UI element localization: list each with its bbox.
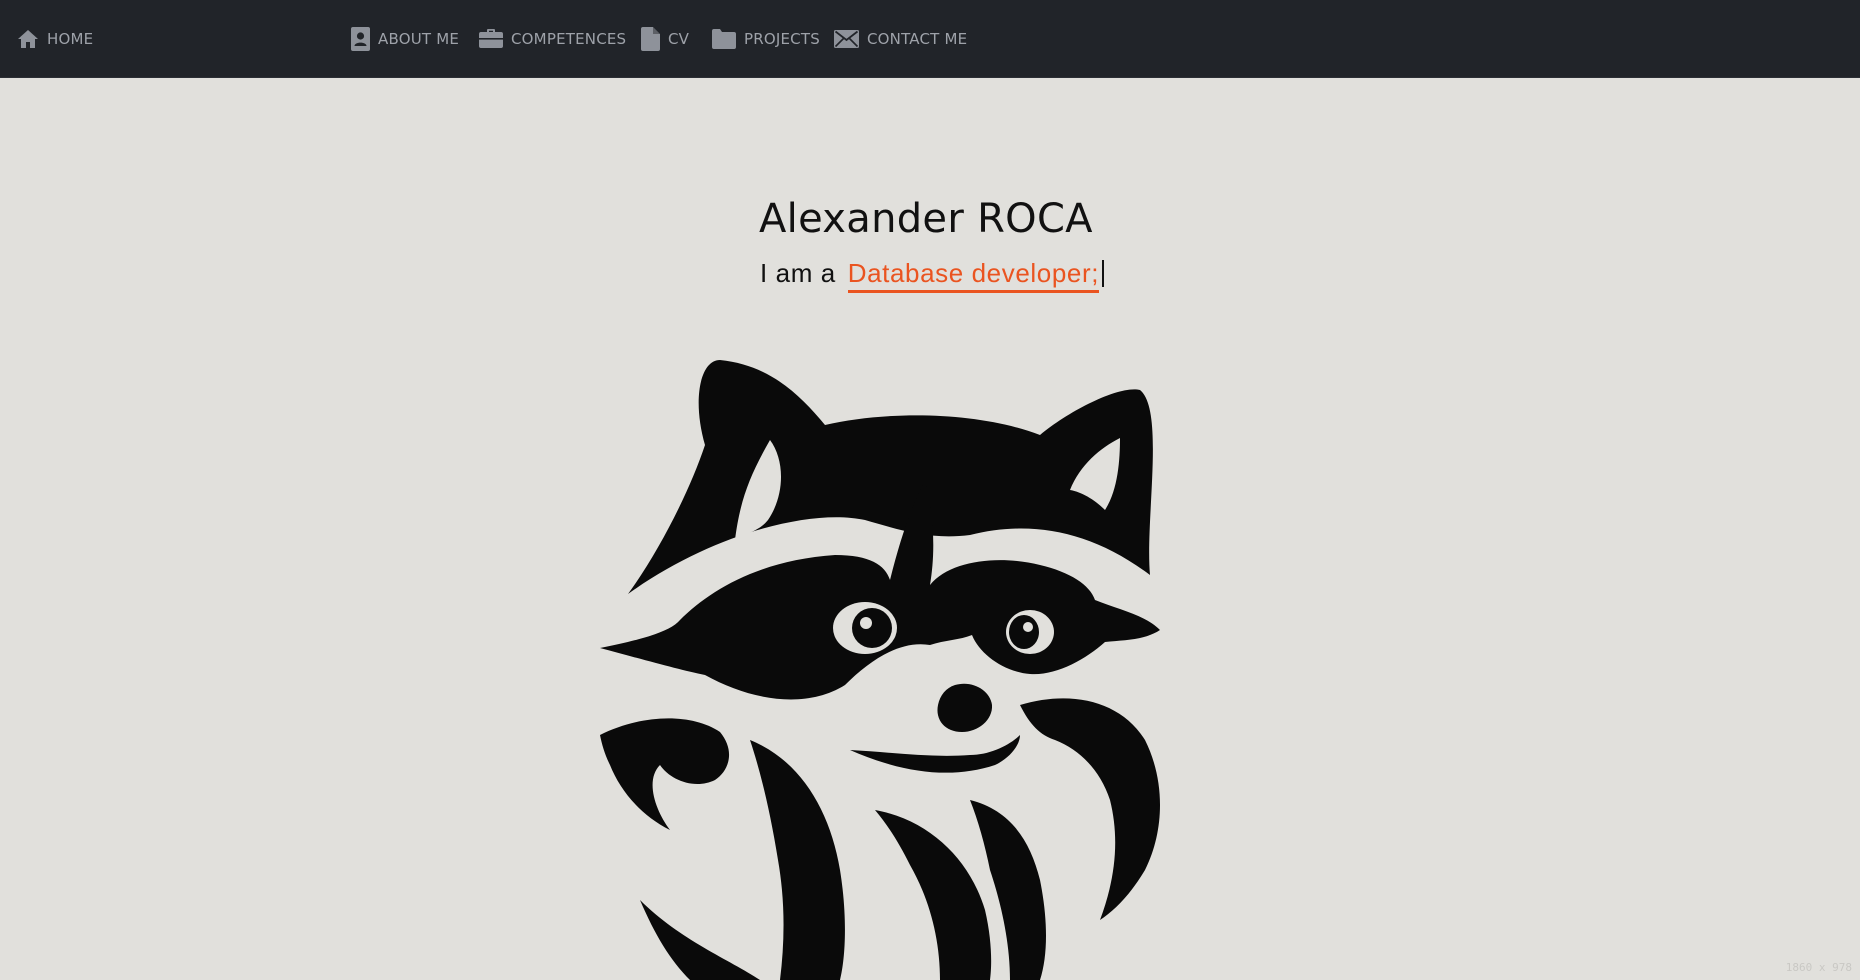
nav-contact-label: CONTACT ME [867, 30, 967, 48]
nav-cv[interactable]: CV [641, 0, 689, 77]
home-icon [17, 29, 39, 49]
raccoon-head-shape [628, 360, 1153, 594]
hero-tagline: I am a Database developer; [760, 258, 1104, 293]
nav-projects[interactable]: PROJECTS [712, 0, 820, 77]
raccoon-tail-stripe-2 [640, 900, 760, 980]
briefcase-icon [479, 29, 503, 48]
hero-name: Alexander ROCA [759, 196, 1093, 242]
document-icon [641, 27, 660, 51]
nav-competences-label: COMPETENCES [511, 30, 626, 48]
nav-competences[interactable]: COMPETENCES [479, 0, 626, 77]
contact-card-icon [351, 27, 370, 51]
dimension-watermark: 1860 x 978 [1786, 961, 1852, 974]
raccoon-tail-stripe-1 [750, 740, 845, 980]
envelope-icon [834, 30, 859, 48]
nav-home[interactable]: HOME [17, 0, 93, 77]
top-navbar: HOME ABOUT ME COMPETENCES CV PROJECTS [0, 0, 1860, 78]
hero-intro-text: I am a [760, 258, 836, 288]
nav-cv-label: CV [668, 30, 689, 48]
typing-caret [1102, 260, 1104, 287]
typed-role-text: Database developer; [848, 258, 1099, 293]
raccoon-tail-stripe-3 [875, 810, 991, 980]
nav-contact-me[interactable]: CONTACT ME [834, 0, 967, 77]
raccoon-logo [600, 340, 1220, 980]
raccoon-nose-shape [937, 684, 992, 732]
nav-projects-label: PROJECTS [744, 30, 820, 48]
nav-about-me[interactable]: ABOUT ME [351, 0, 459, 77]
nav-about-label: ABOUT ME [378, 30, 459, 48]
nav-home-label: HOME [47, 30, 93, 48]
folder-icon [712, 29, 736, 49]
